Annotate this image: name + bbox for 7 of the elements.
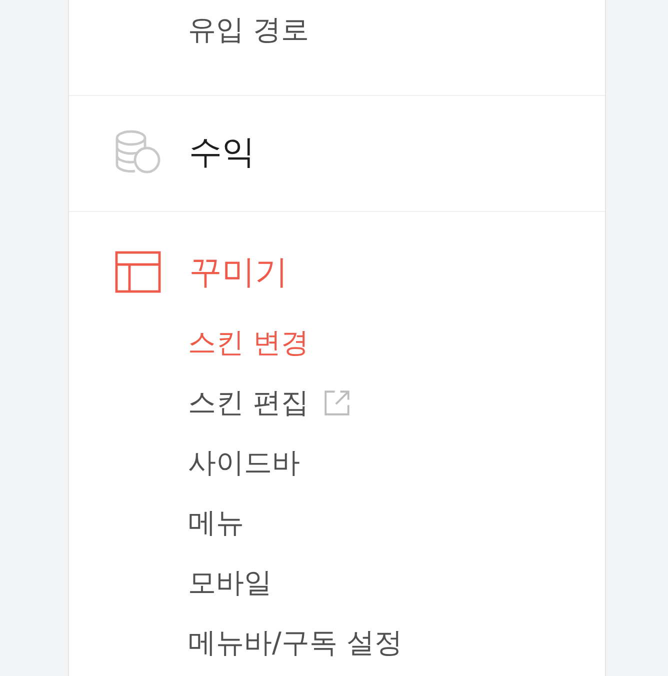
menu-link[interactable]: 유입 경로 bbox=[188, 12, 309, 48]
menu-link[interactable]: 모바일 bbox=[188, 565, 272, 601]
menu-link[interactable]: 메뉴바/구독 설정 bbox=[188, 625, 402, 661]
menu-link[interactable]: 메뉴 bbox=[188, 505, 244, 541]
menu-heading[interactable]: 수익 bbox=[189, 132, 255, 172]
menu-link[interactable]: 스킨 편집 bbox=[188, 385, 350, 421]
menu-link[interactable]: 사이드바 bbox=[188, 445, 300, 481]
